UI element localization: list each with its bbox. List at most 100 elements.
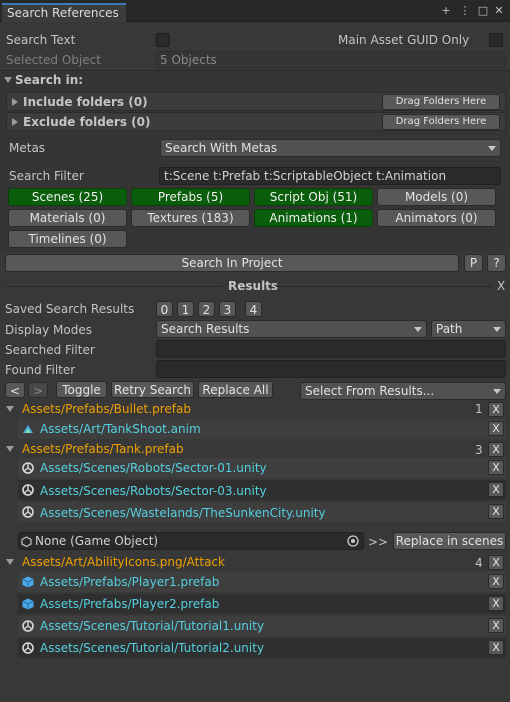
- metas-dropdown-value: Search With Metas: [165, 141, 278, 155]
- group-path-ability-icons[interactable]: Assets/Art/AbilityIcons.png/Attack: [22, 555, 225, 569]
- result-path[interactable]: Assets/Scenes/Robots/Sector-01.unity: [40, 461, 267, 475]
- p-button[interactable]: P: [464, 254, 483, 272]
- group-path-bullet-prefab[interactable]: Assets/Prefabs/Bullet.prefab: [22, 402, 191, 416]
- unity-scene-icon: [22, 620, 34, 632]
- metas-label: Metas: [9, 141, 46, 155]
- group-foldout-icon[interactable]: [6, 559, 14, 565]
- result-path[interactable]: Assets/Prefabs/Player1.prefab: [40, 575, 219, 589]
- result-path[interactable]: Assets/Scenes/Robots/Sector-03.unity: [40, 484, 267, 498]
- maximize-icon[interactable]: □: [477, 5, 489, 17]
- group-remove-button[interactable]: X: [488, 402, 504, 417]
- selected-object-field: 5 Objects: [155, 51, 506, 68]
- result-remove-button[interactable]: X: [488, 596, 504, 611]
- type-toggle-models[interactable]: Models (0): [377, 188, 496, 206]
- result-remove-button[interactable]: X: [488, 482, 504, 497]
- type-toggle-prefabs[interactable]: Prefabs (5): [131, 188, 250, 206]
- results-close-button[interactable]: X: [497, 279, 505, 293]
- chevron-down-icon: [493, 389, 501, 394]
- result-path[interactable]: Assets/Scenes/Tutorial/Tutorial2.unity: [40, 641, 264, 655]
- found-filter-field[interactable]: [156, 360, 506, 378]
- type-toggle-animations[interactable]: Animations (1): [254, 209, 373, 227]
- saved-slot-3[interactable]: 3: [219, 301, 236, 317]
- saved-slot-1[interactable]: 1: [177, 301, 194, 317]
- search-in-foldout-icon[interactable]: [4, 77, 12, 83]
- replace-object-field[interactable]: None (Game Object): [18, 532, 364, 550]
- type-toggle-materials[interactable]: Materials (0): [8, 209, 127, 227]
- replace-all-button[interactable]: Replace All: [198, 381, 273, 398]
- exclude-folders-foldout-icon[interactable]: [12, 118, 18, 126]
- type-toggle-scenes[interactable]: Scenes (25): [8, 188, 127, 206]
- path-mode-value: Path: [436, 322, 463, 336]
- found-filter-label: Found Filter: [5, 363, 76, 377]
- display-modes-label: Display Modes: [5, 323, 92, 337]
- result-remove-button[interactable]: X: [488, 421, 504, 436]
- type-toggle-animators[interactable]: Animators (0): [377, 209, 496, 227]
- group-path-tank-prefab[interactable]: Assets/Prefabs/Tank.prefab: [22, 442, 184, 456]
- plus-icon[interactable]: +: [440, 5, 452, 17]
- display-modes-dropdown[interactable]: Search Results: [156, 320, 427, 338]
- result-path[interactable]: Assets/Scenes/Tutorial/Tutorial1.unity: [40, 619, 264, 633]
- include-drag-area[interactable]: Drag Folders Here: [382, 94, 500, 110]
- result-remove-button[interactable]: X: [488, 618, 504, 633]
- results-header: Results: [228, 279, 279, 293]
- search-in-project-button[interactable]: Search In Project: [5, 254, 459, 272]
- select-from-results-value: Select From Results...: [305, 384, 435, 398]
- metas-dropdown[interactable]: Search With Metas: [160, 139, 501, 157]
- animation-icon: [23, 425, 33, 433]
- search-in-header[interactable]: Search in:: [15, 73, 83, 87]
- search-text-label: Search Text: [6, 33, 76, 47]
- group-foldout-icon[interactable]: [6, 446, 14, 452]
- chevron-down-icon: [414, 327, 422, 332]
- toggle-button[interactable]: Toggle: [56, 381, 107, 398]
- unity-scene-icon: [22, 462, 34, 474]
- unity-scene-icon: [22, 484, 34, 496]
- retry-search-button[interactable]: Retry Search: [111, 381, 194, 398]
- results-divider-left: [6, 286, 222, 287]
- prev-button[interactable]: <: [5, 382, 25, 398]
- prefab-icon: [22, 576, 34, 588]
- saved-slot-0[interactable]: 0: [156, 301, 173, 317]
- result-path[interactable]: Assets/Scenes/Wastelands/TheSunkenCity.u…: [40, 506, 326, 520]
- object-picker-icon[interactable]: [347, 535, 359, 547]
- window-tab[interactable]: Search References: [2, 3, 126, 22]
- type-toggle-textures[interactable]: Textures (183): [131, 209, 250, 227]
- searched-filter-label: Searched Filter: [5, 343, 95, 357]
- main-asset-guid-checkbox[interactable]: [489, 33, 503, 47]
- unity-scene-icon: [22, 642, 34, 654]
- chevron-down-icon: [493, 327, 501, 332]
- include-folders-foldout-icon[interactable]: [12, 98, 18, 106]
- search-text-checkbox[interactable]: [156, 33, 170, 47]
- result-remove-button[interactable]: X: [488, 574, 504, 589]
- group-foldout-icon[interactable]: [6, 406, 14, 412]
- saved-slot-2[interactable]: 2: [198, 301, 215, 317]
- replace-arrows: >>: [368, 535, 389, 549]
- result-remove-button[interactable]: X: [488, 460, 504, 475]
- help-button[interactable]: ?: [487, 254, 506, 272]
- chevron-down-icon: [488, 146, 496, 151]
- searched-filter-field[interactable]: [156, 340, 506, 358]
- group-remove-button[interactable]: X: [488, 555, 504, 570]
- result-path[interactable]: Assets/Art/TankShoot.anim: [40, 422, 201, 436]
- search-filter-label: Search Filter: [9, 169, 84, 183]
- result-remove-button[interactable]: X: [488, 504, 504, 519]
- result-remove-button[interactable]: X: [488, 640, 504, 655]
- replace-in-scenes-button[interactable]: Replace in scenes: [393, 532, 506, 550]
- close-icon[interactable]: ✕: [493, 5, 505, 17]
- type-toggle-script-obj[interactable]: Script Obj (51): [254, 188, 373, 206]
- kebab-menu-icon[interactable]: ⋮: [459, 5, 471, 17]
- saved-slot-4[interactable]: 4: [245, 301, 262, 317]
- include-folders-label[interactable]: Include folders (0): [23, 95, 148, 109]
- search-filter-input[interactable]: t:Scene t:Prefab t:ScriptableObject t:An…: [159, 167, 501, 185]
- select-from-results-dropdown[interactable]: Select From Results...: [300, 382, 506, 400]
- results-divider-right: [276, 286, 492, 287]
- type-toggle-timelines[interactable]: Timelines (0): [8, 230, 127, 248]
- result-path[interactable]: Assets/Prefabs/Player2.prefab: [40, 597, 219, 611]
- exclude-folders-label[interactable]: Exclude folders (0): [23, 115, 150, 129]
- group-remove-button[interactable]: X: [488, 442, 504, 457]
- main-asset-guid-label: Main Asset GUID Only: [338, 33, 470, 47]
- exclude-drag-area[interactable]: Drag Folders Here: [382, 114, 500, 130]
- selected-object-label: Selected Object: [6, 53, 101, 67]
- path-mode-dropdown[interactable]: Path: [431, 320, 506, 338]
- next-button[interactable]: >: [28, 382, 48, 398]
- saved-search-results-label: Saved Search Results: [5, 302, 135, 316]
